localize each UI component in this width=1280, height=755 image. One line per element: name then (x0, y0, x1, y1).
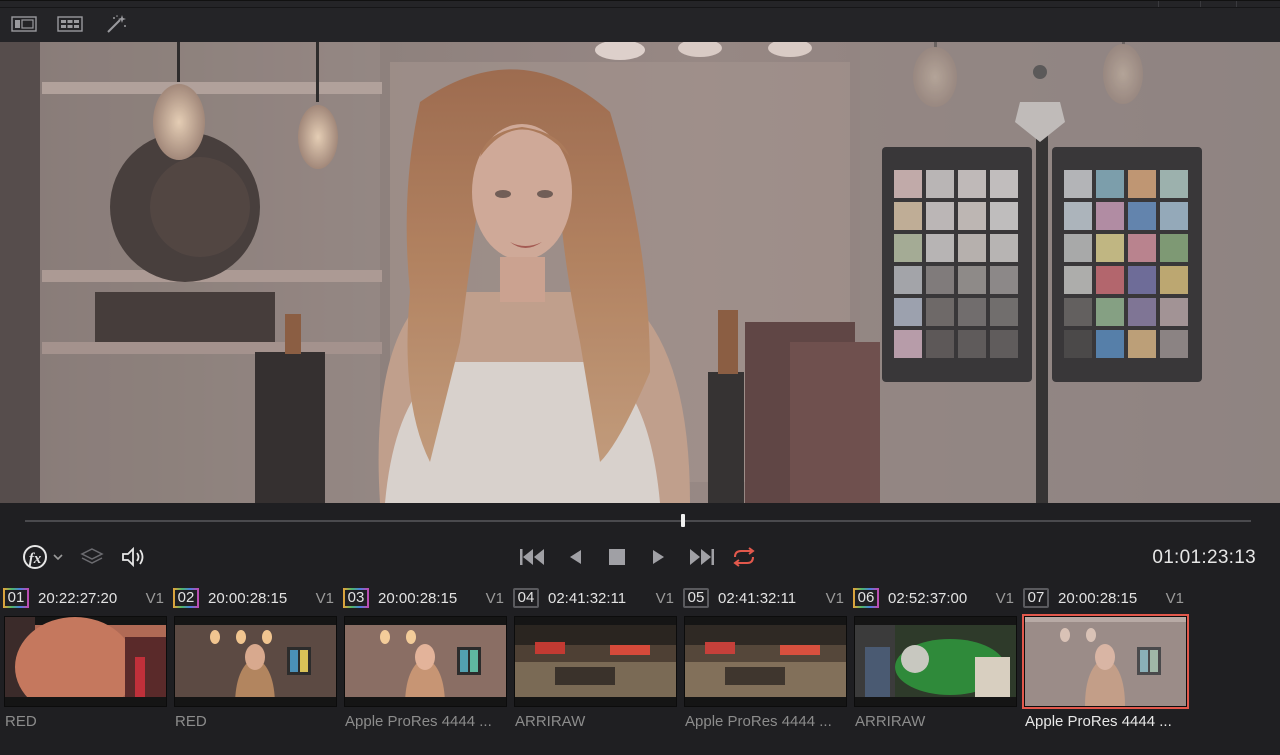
magic-wand-icon[interactable] (102, 13, 130, 35)
clip-item-selected[interactable]: 07 20:00:28:15 V1 Apple ProRes 4444 ... (1020, 583, 1189, 743)
clip-number-badge: 04 (513, 588, 539, 608)
go-to-end-icon[interactable] (686, 543, 718, 571)
play-icon[interactable] (646, 543, 672, 571)
clip-codec: Apple ProRes 4444 ... (1025, 713, 1172, 730)
clip-strip: 01 20:22:27:20 V1 RED 02 20:00:28:15 V1 (0, 583, 1280, 755)
play-reverse-icon[interactable] (562, 543, 588, 571)
clip-item[interactable]: 05 02:41:32:11 V1 Apple ProRes 4444 ... (680, 583, 847, 743)
clip-codec: RED (5, 713, 37, 730)
clip-timecode: 02:41:32:11 (718, 590, 797, 607)
clip-track: V1 (655, 590, 674, 607)
clip-codec: ARRIRAW (515, 713, 586, 730)
clip-item[interactable]: 01 20:22:27:20 V1 RED (0, 583, 167, 743)
clip-number-badge: 03 (343, 588, 369, 608)
fx-menu-button[interactable]: fx (20, 543, 68, 571)
transport-bar: fx 01:01:23:13 (0, 503, 1280, 583)
go-to-start-icon[interactable] (516, 543, 548, 571)
clip-track: V1 (995, 590, 1014, 607)
svg-text:fx: fx (29, 551, 42, 567)
clip-timecode: 20:00:28:15 (1058, 590, 1138, 607)
clip-track: V1 (825, 590, 844, 607)
clip-number-badge: 07 (1023, 588, 1049, 608)
clip-track: V1 (1165, 590, 1184, 607)
timecode-display: 01:01:23:13 (1152, 547, 1256, 568)
clip-codec: Apple ProRes 4444 ... (345, 713, 492, 730)
clip-track: V1 (485, 590, 504, 607)
single-viewer-icon[interactable] (10, 13, 38, 35)
video-viewer[interactable] (0, 42, 1280, 503)
clip-timecode: 20:00:28:15 (208, 590, 288, 607)
clip-timecode: 02:41:32:11 (548, 590, 627, 607)
clip-thumbnail[interactable] (1022, 614, 1189, 709)
loop-icon[interactable] (728, 543, 760, 571)
clip-thumbnail[interactable] (4, 616, 167, 707)
clip-number-badge: 06 (853, 588, 879, 608)
clip-item[interactable]: 02 20:00:28:15 V1 RED (170, 583, 337, 743)
layers-icon[interactable] (78, 543, 106, 571)
volume-icon[interactable] (118, 543, 148, 571)
clip-number-badge: 05 (683, 588, 709, 608)
clip-track: V1 (315, 590, 334, 607)
clip-thumbnail[interactable] (344, 616, 507, 707)
clip-codec: Apple ProRes 4444 ... (685, 713, 832, 730)
playhead[interactable] (681, 514, 686, 527)
clip-timecode: 02:52:37:00 (888, 590, 968, 607)
clip-codec: RED (175, 713, 207, 730)
clip-codec: ARRIRAW (855, 713, 926, 730)
clip-thumbnail[interactable] (174, 616, 337, 707)
clip-number-badge: 02 (173, 588, 199, 608)
clip-item[interactable]: 03 20:00:28:15 V1 Apple ProRes 4444 ... (340, 583, 507, 743)
clip-thumbnail[interactable] (854, 616, 1017, 707)
clip-thumbnail[interactable] (514, 616, 677, 707)
clip-timecode: 20:22:27:20 (38, 590, 118, 607)
clip-number-badge: 01 (3, 588, 29, 608)
clip-item[interactable]: 04 02:41:32:11 V1 ARRIRAW (510, 583, 677, 743)
clip-track: V1 (145, 590, 164, 607)
viewer-toolbar (0, 0, 1280, 43)
clip-item[interactable]: 06 02:52:37:00 V1 ARRIRAW (850, 583, 1017, 743)
clip-thumbnail[interactable] (684, 616, 847, 707)
clip-timecode: 20:00:28:15 (378, 590, 458, 607)
gallery-grid-icon[interactable] (56, 13, 84, 35)
scrubber-track[interactable] (25, 520, 1251, 522)
stop-icon[interactable] (604, 543, 630, 571)
